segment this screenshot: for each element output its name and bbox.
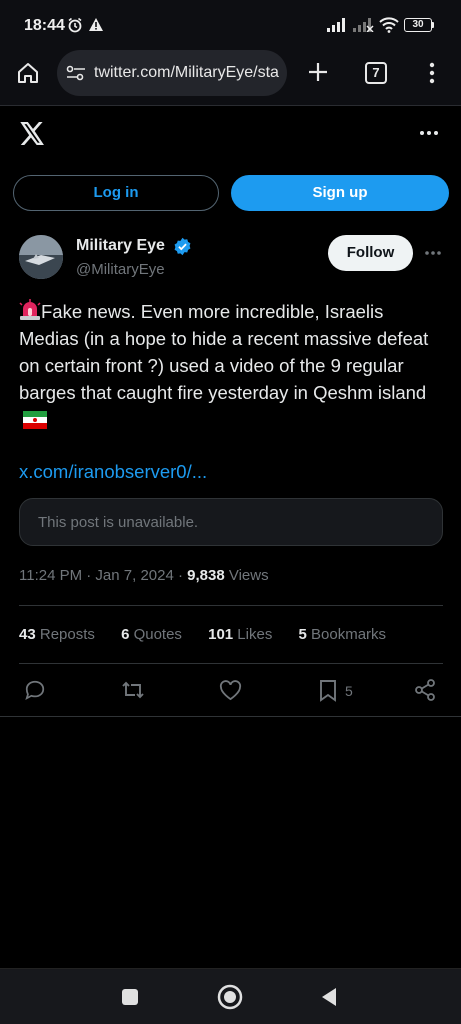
repost-icon[interactable]	[121, 679, 145, 701]
tab-count: 7	[372, 65, 380, 80]
like-icon[interactable]	[219, 680, 242, 701]
stat-reposts[interactable]: 43 Reposts	[19, 626, 95, 643]
battery-icon: 30	[404, 18, 432, 32]
site-settings-icon[interactable]	[66, 65, 86, 81]
follow-button[interactable]: Follow	[328, 235, 413, 271]
tweet-body: Fake news. Even more incredible, Israeli…	[19, 301, 429, 403]
more-horiz-icon[interactable]	[419, 129, 439, 137]
tweet-timestamp[interactable]: 11:24 PM · Jan 7, 2024 ·	[19, 567, 187, 584]
status-time: 18:44	[24, 17, 65, 34]
avatar[interactable]	[19, 235, 63, 279]
browser-toolbar: twitter.com/MilitaryEye/sta 7	[0, 48, 461, 106]
reply-icon[interactable]	[24, 679, 46, 701]
stat-quotes[interactable]: 6 Quotes	[121, 626, 182, 643]
iran-flag-emoji-icon	[23, 411, 47, 429]
stat-likes[interactable]: 101 Likes	[208, 626, 272, 643]
bookmark-icon[interactable]	[318, 679, 338, 702]
tab-switcher-button[interactable]: 7	[365, 62, 387, 84]
tweet-text: Fake news. Even more incredible, Israeli…	[19, 298, 439, 433]
unavailable-message: This post is unavailable.	[38, 514, 199, 531]
verified-badge-icon	[174, 237, 191, 256]
back-button[interactable]	[320, 987, 338, 1007]
views-count: 9,838	[187, 567, 225, 584]
battery-level: 30	[412, 19, 424, 30]
tweet-meta: 11:24 PM · Jan 7, 2024 · 9,838 Views	[19, 567, 269, 584]
bookmark-count: 5	[345, 683, 353, 699]
signup-button[interactable]: Sign up	[231, 175, 449, 211]
home-button[interactable]	[217, 984, 243, 1010]
divider-bottom	[19, 663, 443, 664]
system-nav-bar	[0, 968, 461, 1024]
siren-emoji-icon	[19, 299, 41, 320]
wifi-icon	[379, 17, 399, 33]
battery-tip	[432, 22, 434, 28]
signal-off-icon	[353, 18, 374, 32]
signal-icon	[327, 18, 345, 32]
stat-bookmarks[interactable]: 5 Bookmarks	[299, 626, 387, 643]
tweet-more-icon[interactable]	[424, 250, 442, 256]
home-icon[interactable]	[16, 61, 40, 85]
actions-divider	[0, 716, 461, 717]
x-logo-icon[interactable]	[20, 122, 45, 145]
tweet-stats: 43 Reposts 6 Quotes 101 Likes 5 Bookmark…	[19, 626, 408, 643]
warning-icon	[89, 18, 103, 31]
url-text: twitter.com/MilitaryEye/sta	[94, 64, 279, 81]
divider-top	[19, 605, 443, 606]
address-bar[interactable]: twitter.com/MilitaryEye/sta	[57, 50, 287, 96]
more-vert-icon[interactable]	[428, 61, 436, 85]
author-name[interactable]: Military Eye	[76, 237, 165, 255]
new-tab-icon[interactable]	[307, 61, 329, 83]
alarm-icon	[68, 17, 82, 33]
share-icon[interactable]	[414, 679, 436, 701]
status-bar: 18:44 30	[0, 0, 461, 48]
tweet-link[interactable]: x.com/iranobserver0/...	[19, 461, 207, 483]
author-handle[interactable]: @MilitaryEye	[76, 261, 165, 278]
unavailable-post-card: This post is unavailable.	[19, 498, 443, 546]
recents-button[interactable]	[122, 989, 138, 1005]
views-label: Views	[224, 567, 269, 584]
login-button[interactable]: Log in	[13, 175, 219, 211]
